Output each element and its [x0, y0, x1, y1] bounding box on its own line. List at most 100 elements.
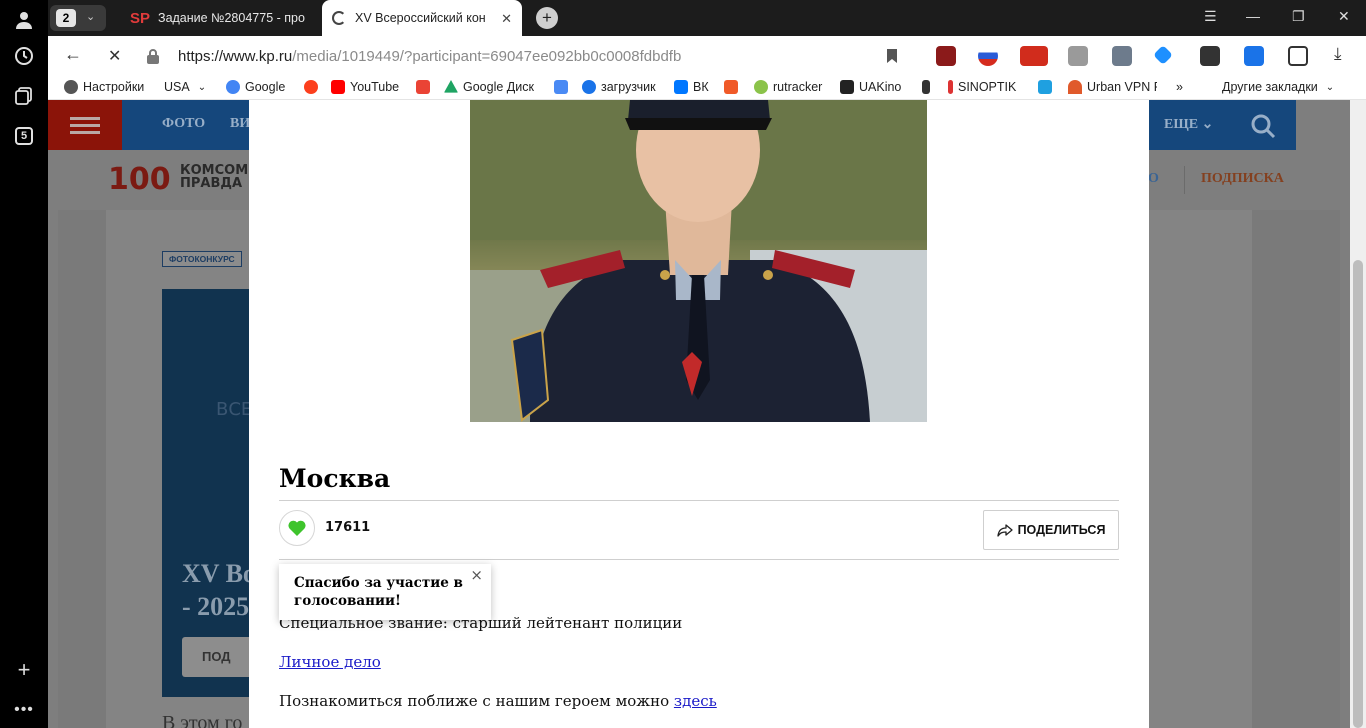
lock-icon[interactable] — [146, 48, 160, 64]
bookmark-item[interactable] — [554, 80, 573, 94]
more-icon[interactable]: ••• — [10, 696, 38, 724]
tab-task[interactable]: SP Задание №2804775 - про — [120, 0, 320, 36]
sp-favicon-icon: SP — [130, 9, 151, 27]
like-button[interactable] — [279, 510, 315, 546]
briefcase-extension-icon[interactable] — [1068, 46, 1088, 66]
p-icon — [1038, 80, 1052, 94]
browser-sidebar: 5 + ••• — [0, 0, 48, 728]
chevron-down-icon: ⌄ — [1325, 81, 1335, 93]
uakino-icon — [840, 80, 854, 94]
bookmarks-overflow-button[interactable]: » — [1176, 80, 1183, 94]
gem-extension-icon[interactable] — [1153, 45, 1173, 65]
infinity-icon — [582, 80, 596, 94]
add-panel-icon[interactable]: + — [10, 656, 38, 684]
arrow-extension-icon[interactable] — [1200, 46, 1220, 66]
nav-item-video[interactable]: ВИ — [230, 116, 250, 132]
vote-thanks-toast: Спасибо за участие в голосовании! × — [279, 564, 491, 620]
contest-card: ВСЕ XV Во - 2025 ПОД — [162, 289, 262, 697]
vpn-extension-icon[interactable] — [978, 46, 998, 66]
google-icon — [226, 80, 240, 94]
menu-icon[interactable]: ☰ — [1204, 8, 1217, 25]
participant-modal: Москва 17611 ПОДЕЛИТЬСЯ Специальное зван… — [249, 100, 1149, 728]
bookmark-icon[interactable] — [886, 48, 898, 64]
close-window-icon[interactable]: ✕ — [1338, 8, 1350, 25]
bookmark-item[interactable] — [1038, 80, 1057, 94]
meet-hero-text: Познакомиться поближе с нашим героем мож… — [279, 692, 717, 710]
thermometer-icon — [948, 80, 953, 94]
kp-logo-text: КОМСОМ ПРАВДА — [180, 163, 249, 191]
header-link[interactable]: О — [1148, 171, 1159, 187]
profile-icon[interactable] — [10, 6, 38, 34]
nav-more[interactable]: ЕЩЕ ⌄ — [1164, 116, 1213, 133]
bookmark-item[interactable]: Google Диск — [444, 80, 534, 94]
navigation-bar: ← ✕ https://www.kp.ru/media/1019449/?par… — [48, 36, 1366, 76]
bookmark-item[interactable]: Urban VPN P — [1068, 80, 1157, 94]
hamburger-menu-button[interactable] — [48, 100, 122, 150]
history-icon[interactable] — [10, 42, 38, 70]
bookmark-item[interactable] — [416, 80, 435, 94]
bookmark-item[interactable]: Google — [226, 80, 285, 94]
vk-icon — [674, 80, 688, 94]
bookmark-item[interactable]: загрузчик — [582, 80, 656, 94]
category-badge[interactable]: ФОТОКОНКУРС — [162, 251, 242, 267]
translate-icon — [554, 80, 568, 94]
downloads-icon[interactable]: ⤓ — [1334, 44, 1342, 64]
bookmarks-bar: Настройки USA ⌄ Google YouTube Google Дис… — [48, 76, 1366, 100]
chess-knight-icon — [922, 80, 930, 94]
bookmark-item[interactable] — [922, 80, 935, 94]
tab-count: 2 — [56, 9, 76, 27]
subscribe-link[interactable]: ПОДПИСКА — [1201, 171, 1284, 187]
share-button[interactable]: ПОДЕЛИТЬСЯ — [983, 510, 1119, 550]
sidebar-badge-icon[interactable]: 5 — [10, 122, 38, 150]
loading-spinner-icon — [332, 11, 346, 25]
stop-loading-icon[interactable]: ✕ — [108, 46, 121, 66]
nav-item-photo[interactable]: ФОТО — [162, 116, 205, 132]
tab-group-button[interactable]: 2 ⌄ — [50, 5, 106, 31]
bookmark-item[interactable]: SINOPTIK — [948, 80, 1016, 94]
collections-icon[interactable] — [10, 82, 38, 110]
divider — [1184, 166, 1185, 194]
gmail-icon — [416, 80, 430, 94]
chevron-down-icon: ⌄ — [197, 81, 207, 93]
participant-photo — [470, 100, 927, 422]
settings-gear-icon — [64, 80, 78, 94]
ublock-extension-icon[interactable] — [936, 46, 956, 66]
bookmark-folder[interactable]: USA ⌄ — [164, 80, 206, 94]
minimize-icon[interactable]: — — [1246, 8, 1260, 24]
close-toast-icon[interactable]: × — [470, 566, 483, 584]
heart-icon — [288, 520, 306, 536]
bookmark-item[interactable]: UAKino — [840, 80, 901, 94]
police-officer-photo — [470, 100, 927, 422]
yandex-icon — [304, 80, 318, 94]
here-link[interactable]: здесь — [674, 692, 717, 710]
bookmark-item[interactable]: YouTube — [331, 80, 399, 94]
address-bar[interactable]: https://www.kp.ru/media/1019449/?partici… — [142, 40, 902, 72]
download-extension-icon[interactable] — [1244, 46, 1264, 66]
translate-extension-icon[interactable] — [1288, 46, 1308, 66]
bookmark-item[interactable]: Настройки — [64, 80, 144, 94]
new-tab-button[interactable]: + — [536, 7, 558, 29]
bookmark-item[interactable] — [724, 80, 743, 94]
tab-title: Задание №2804775 - про — [158, 11, 305, 25]
restore-icon[interactable]: ❐ — [1292, 8, 1305, 25]
share-label: ПОДЕЛИТЬСЯ — [1017, 523, 1106, 537]
youtube-icon — [331, 80, 345, 94]
tab-active[interactable]: XV Всероссийский кон ✕ — [322, 0, 522, 36]
search-icon[interactable] — [1250, 113, 1276, 139]
bookmark-item[interactable]: ВК — [674, 80, 709, 94]
close-tab-icon[interactable]: ✕ — [501, 11, 512, 27]
back-icon[interactable]: ← — [64, 44, 82, 65]
rutracker-icon — [754, 80, 768, 94]
bookmark-item[interactable] — [304, 80, 323, 94]
card-title: XV Во - 2025 — [182, 559, 256, 621]
other-bookmarks-folder[interactable]: Другие закладки ⌄ — [1222, 80, 1334, 94]
page-scrollbar[interactable] — [1350, 100, 1366, 728]
kp-logo[interactable]: 100 — [108, 162, 171, 197]
counter-extension-icon[interactable] — [1020, 46, 1048, 66]
share-arrow-icon — [996, 524, 1013, 537]
personal-file-link[interactable]: Личное дело — [279, 653, 381, 671]
divider — [279, 559, 1119, 560]
music-extension-icon[interactable] — [1112, 46, 1132, 66]
bookmark-item[interactable]: rutracker — [754, 80, 822, 94]
scrollbar-thumb[interactable] — [1353, 260, 1363, 728]
